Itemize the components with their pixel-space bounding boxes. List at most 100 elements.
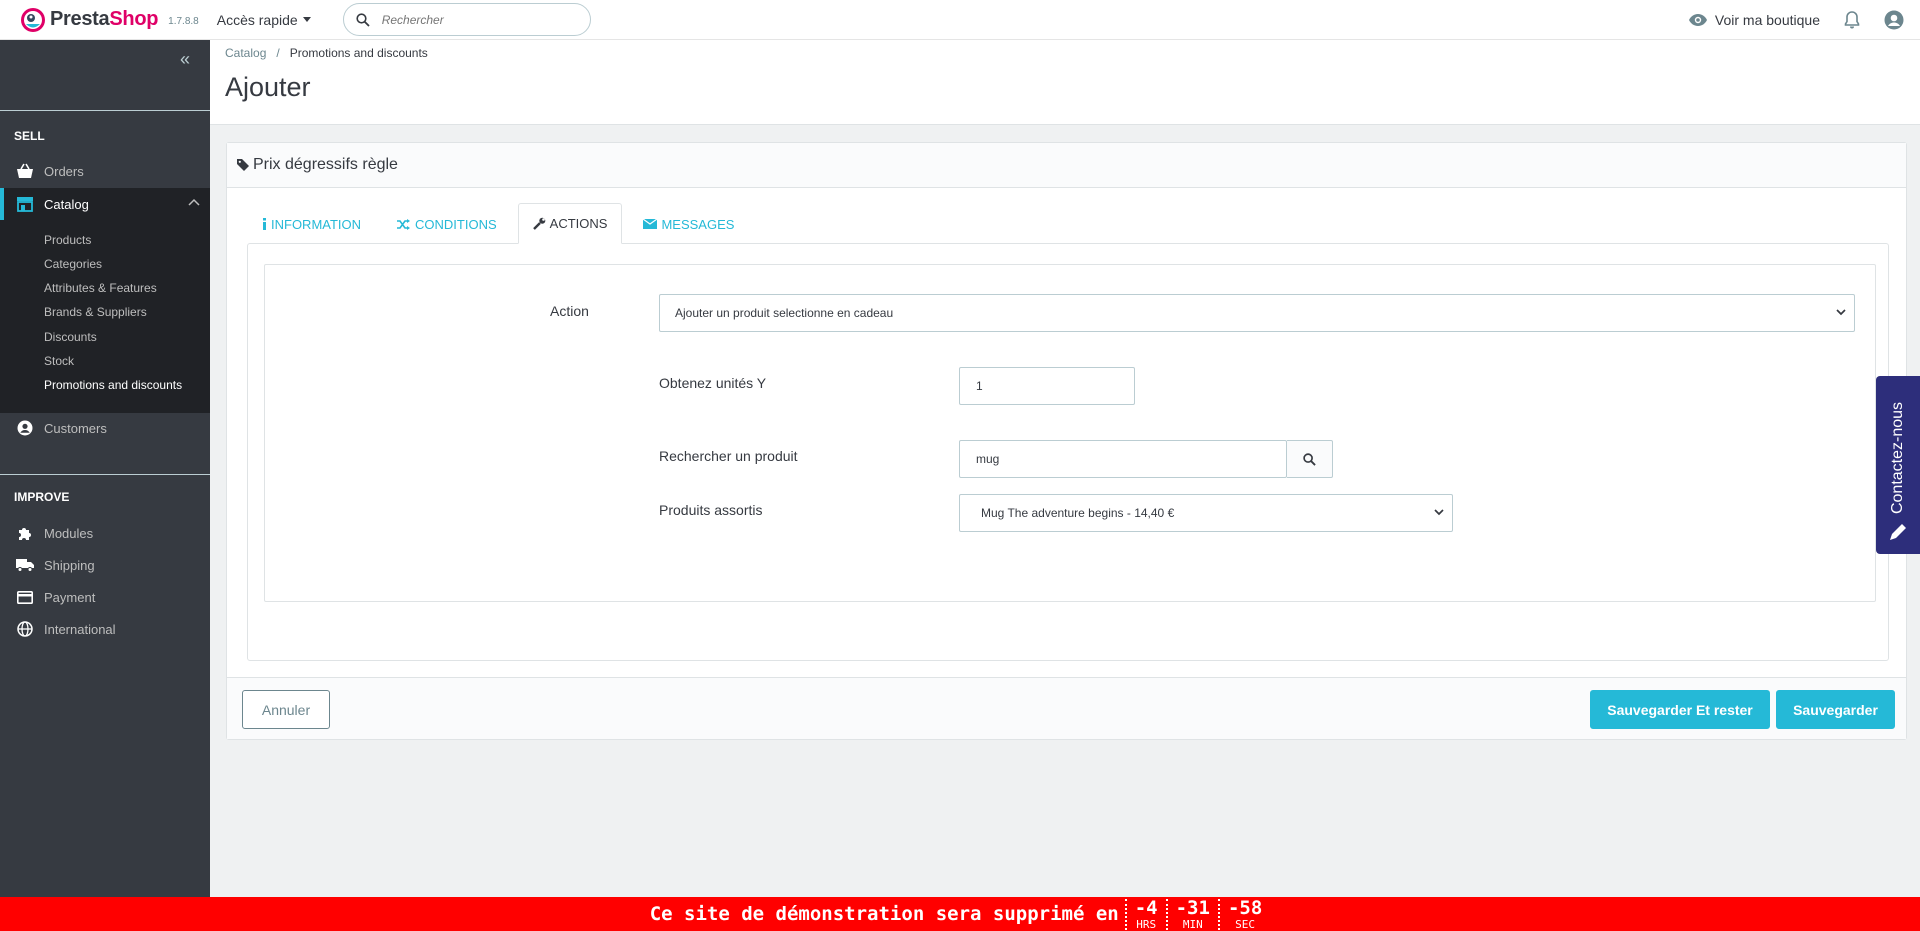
search-icon <box>356 12 370 27</box>
matched-products-value: Mug The adventure begins - 14,40 € <box>981 506 1175 520</box>
countdown-minutes-unit: MIN <box>1182 917 1203 931</box>
actions-form: Action Ajouter un produit selectionne en… <box>264 264 1876 602</box>
sidebar-item-label: Orders <box>44 163 84 179</box>
globe-icon <box>16 620 34 638</box>
view-shop-label: Voir ma boutique <box>1714 12 1820 28</box>
tab-label: CONDITIONS <box>415 216 497 232</box>
countdown-minutes-value: -31 <box>1175 896 1210 919</box>
sidebar-subitem-products[interactable]: Products <box>44 233 91 247</box>
prestashop-logo[interactable]: PrestaShop <box>20 6 158 33</box>
chevron-up-icon <box>188 198 200 206</box>
version-label: 1.7.8.8 <box>168 16 199 27</box>
matched-products-label: Produits assortis <box>659 502 763 518</box>
cancel-button[interactable]: Annuler <box>242 690 330 729</box>
panel-heading-title: Prix dégressifs règle <box>253 156 398 173</box>
quick-access-dropdown[interactable]: Accès rapide <box>217 12 311 28</box>
collapse-sidebar-icon[interactable]: « <box>180 50 190 68</box>
sidebar-item-payment[interactable]: Payment <box>0 581 210 613</box>
units-label: Obtenez unités Y <box>659 375 767 391</box>
sidebar-item-label: International <box>44 621 116 637</box>
countdown-seconds: -58 SEC <box>1217 896 1270 931</box>
caret-down-icon <box>302 17 311 22</box>
pencil-icon <box>1890 524 1906 540</box>
eye-icon <box>1688 14 1707 26</box>
sidebar-section-sell: SELL <box>14 129 45 143</box>
sidebar-section-improve: IMPROVE <box>14 490 70 504</box>
actions-tab-content: Action Ajouter un produit selectionne en… <box>247 243 1889 661</box>
sidebar-item-label: Modules <box>44 525 94 541</box>
sidebar-item-catalog[interactable]: Catalog <box>0 188 210 220</box>
sidebar-subitem-brands[interactable]: Brands & Suppliers <box>44 305 147 319</box>
logo-text-presta: Presta <box>50 8 110 30</box>
breadcrumb-catalog[interactable]: Catalog <box>225 46 266 60</box>
envelope-icon <box>643 219 658 229</box>
search-product-input[interactable] <box>959 440 1287 478</box>
countdown-minutes: -31 MIN <box>1165 896 1218 931</box>
matched-products-select[interactable]: Mug The adventure begins - 14,40 € <box>959 494 1453 532</box>
chevron-down-icon <box>1836 309 1846 316</box>
chevron-down-icon <box>1434 509 1444 516</box>
puzzle-icon <box>16 524 34 542</box>
tag-icon <box>237 159 249 171</box>
tab-messages[interactable]: MESSAGES <box>628 203 749 244</box>
header-search[interactable] <box>342 3 591 36</box>
prestashop-logo-icon <box>20 6 46 33</box>
sidebar-item-shipping[interactable]: Shipping <box>0 549 210 581</box>
logo-text: PrestaShop <box>50 8 158 31</box>
contact-us-tab[interactable]: Contactez-nous <box>1876 376 1920 554</box>
user-circle-icon <box>16 419 34 437</box>
sidebar-item-orders[interactable]: Orders <box>0 155 210 187</box>
truck-icon <box>16 556 34 574</box>
sidebar-subitem-stock[interactable]: Stock <box>44 354 74 368</box>
sidebar-subitem-promotions[interactable]: Promotions and discounts <box>44 378 182 392</box>
action-select-value: Ajouter un produit selectionne en cadeau <box>675 306 894 320</box>
action-select[interactable]: Ajouter un produit selectionne en cadeau <box>659 294 1855 332</box>
sidebar-subitem-attributes[interactable]: Attributes & Features <box>44 281 157 295</box>
panel-heading: Prix dégressifs règle <box>227 143 1906 188</box>
wrench-icon <box>532 217 545 230</box>
banner-message: Ce site de démonstration sera supprimé e… <box>649 903 1119 925</box>
breadcrumb: Catalog / Promotions and discounts <box>225 46 428 60</box>
user-circle-icon <box>1884 10 1904 30</box>
search-product-button[interactable] <box>1287 440 1333 478</box>
notifications-bell[interactable] <box>1844 11 1860 29</box>
sidebar-item-label: Customers <box>44 420 107 436</box>
sidebar-item-modules[interactable]: Modules <box>0 517 210 549</box>
sidebar-item-customers[interactable]: Customers <box>0 412 210 444</box>
countdown-hours: -4 HRS <box>1124 898 1166 931</box>
account-menu[interactable] <box>1884 10 1904 30</box>
random-icon <box>397 218 411 230</box>
bell-icon <box>1844 11 1860 29</box>
tab-label: INFORMATION <box>271 216 362 232</box>
sidebar-item-international[interactable]: International <box>0 613 210 645</box>
units-input[interactable] <box>959 367 1135 405</box>
logo-text-shop: Shop <box>109 8 159 30</box>
action-label: Action <box>550 303 589 319</box>
countdown-seconds-value: -58 <box>1227 896 1263 919</box>
basket-icon <box>16 162 34 180</box>
countdown-seconds-unit: SEC <box>1235 917 1256 931</box>
page-header: Catalog / Promotions and discounts Ajout… <box>210 40 1920 125</box>
info-icon <box>263 218 266 230</box>
save-and-stay-button[interactable]: Sauvegarder Et rester <box>1590 690 1770 729</box>
contact-us-label: Contactez-nous <box>1889 401 1906 515</box>
breadcrumb-current: Promotions and discounts <box>289 46 428 60</box>
sidebar-divider <box>0 110 210 111</box>
tab-conditions[interactable]: CONDITIONS <box>382 203 512 244</box>
credit-card-icon <box>16 588 34 606</box>
tab-information[interactable]: INFORMATION <box>247 203 376 244</box>
sidebar-subitem-discounts[interactable]: Discounts <box>44 330 97 344</box>
view-shop-link[interactable]: Voir ma boutique <box>1688 12 1820 28</box>
sidebar-subitem-categories[interactable]: Categories <box>44 257 102 271</box>
page-title: Ajouter <box>225 72 311 102</box>
header-search-input[interactable] <box>381 12 572 27</box>
quick-access-label: Accès rapide <box>216 11 298 28</box>
tab-actions[interactable]: ACTIONS <box>517 203 623 244</box>
store-icon <box>16 195 34 213</box>
save-button[interactable]: Sauvegarder <box>1776 690 1895 729</box>
countdown-hours-unit: HRS <box>1136 917 1157 931</box>
sidebar-divider <box>0 474 210 475</box>
panel-footer: Annuler Sauvegarder Et rester Sauvegarde… <box>227 677 1906 739</box>
demo-countdown-banner: Ce site de démonstration sera supprimé e… <box>0 897 1920 931</box>
cart-rule-panel: Prix dégressifs règle INFORMATION CONDIT… <box>226 142 1907 740</box>
